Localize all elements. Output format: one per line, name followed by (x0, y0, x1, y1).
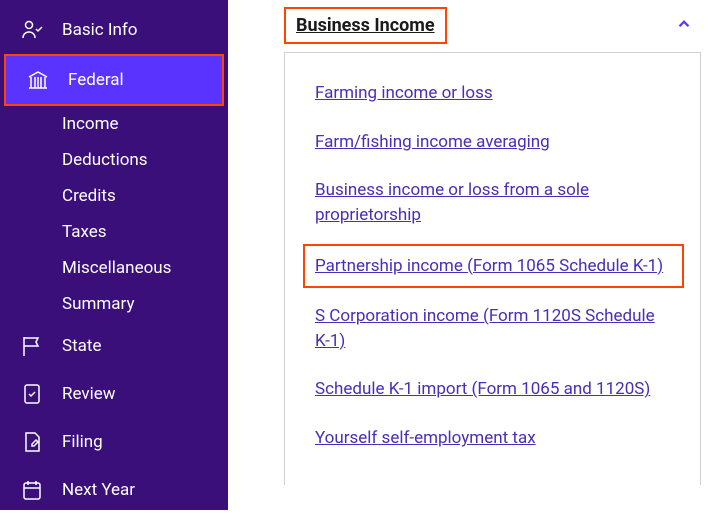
government-building-icon (26, 68, 50, 92)
sidebar-item-next-year[interactable]: Next Year (0, 466, 228, 514)
main-content: Business Income Farming income or loss F… (228, 0, 713, 510)
sidebar-item-label: Basic Info (62, 20, 137, 40)
sidebar-item-label: State (62, 336, 101, 356)
accordion-body: Farming income or loss Farm/fishing inco… (284, 52, 701, 485)
sidebar-subitem-credits[interactable]: Credits (0, 178, 228, 214)
person-check-icon (20, 18, 44, 42)
link-sole-proprietorship[interactable]: Business income or loss from a sole prop… (315, 178, 672, 227)
document-pen-icon (20, 430, 44, 454)
sidebar-item-federal[interactable]: Federal (4, 54, 224, 106)
sidebar-subitem-label: Credits (62, 186, 116, 206)
chevron-up-icon[interactable] (675, 15, 693, 37)
sidebar-item-label: Review (62, 384, 116, 404)
sidebar-subitem-summary[interactable]: Summary (0, 286, 228, 322)
sidebar-item-label: Next Year (62, 480, 135, 500)
sidebar-item-basic-info[interactable]: Basic Info (0, 6, 228, 54)
sidebar-item-review[interactable]: Review (0, 370, 228, 418)
clipboard-check-icon (20, 382, 44, 406)
sidebar-item-filing[interactable]: Filing (0, 418, 228, 466)
sidebar-subitem-label: Income (62, 114, 119, 134)
sidebar: Basic Info Federal Income Deductions Cre… (0, 0, 228, 510)
accordion-title[interactable]: Business Income (296, 15, 435, 36)
link-farm-fishing-averaging[interactable]: Farm/fishing income averaging (315, 130, 672, 155)
sidebar-subitem-miscellaneous[interactable]: Miscellaneous (0, 250, 228, 286)
sidebar-subitem-label: Summary (62, 294, 134, 314)
flag-icon (20, 334, 44, 358)
calendar-icon (20, 478, 44, 502)
link-s-corporation[interactable]: S Corporation income (Form 1120S Schedul… (315, 304, 672, 353)
accordion-title-highlight: Business Income (284, 7, 447, 44)
link-partnership-income[interactable]: Partnership income (Form 1065 Schedule K… (303, 244, 684, 289)
sidebar-subitem-deductions[interactable]: Deductions (0, 142, 228, 178)
sidebar-subitem-label: Miscellaneous (62, 258, 171, 278)
link-farming-income[interactable]: Farming income or loss (315, 81, 672, 106)
sidebar-subitem-income[interactable]: Income (0, 106, 228, 142)
sidebar-item-state[interactable]: State (0, 322, 228, 370)
link-self-employment-tax[interactable]: Yourself self-employment tax (315, 426, 672, 451)
link-schedule-k1-import[interactable]: Schedule K-1 import (Form 1065 and 1120S… (315, 377, 672, 402)
sidebar-subitem-label: Deductions (62, 150, 148, 170)
sidebar-item-label: Filing (62, 432, 103, 452)
sidebar-subitem-label: Taxes (62, 222, 107, 242)
sidebar-subitem-taxes[interactable]: Taxes (0, 214, 228, 250)
sidebar-item-label: Federal (68, 70, 124, 90)
accordion-header: Business Income (284, 2, 701, 52)
